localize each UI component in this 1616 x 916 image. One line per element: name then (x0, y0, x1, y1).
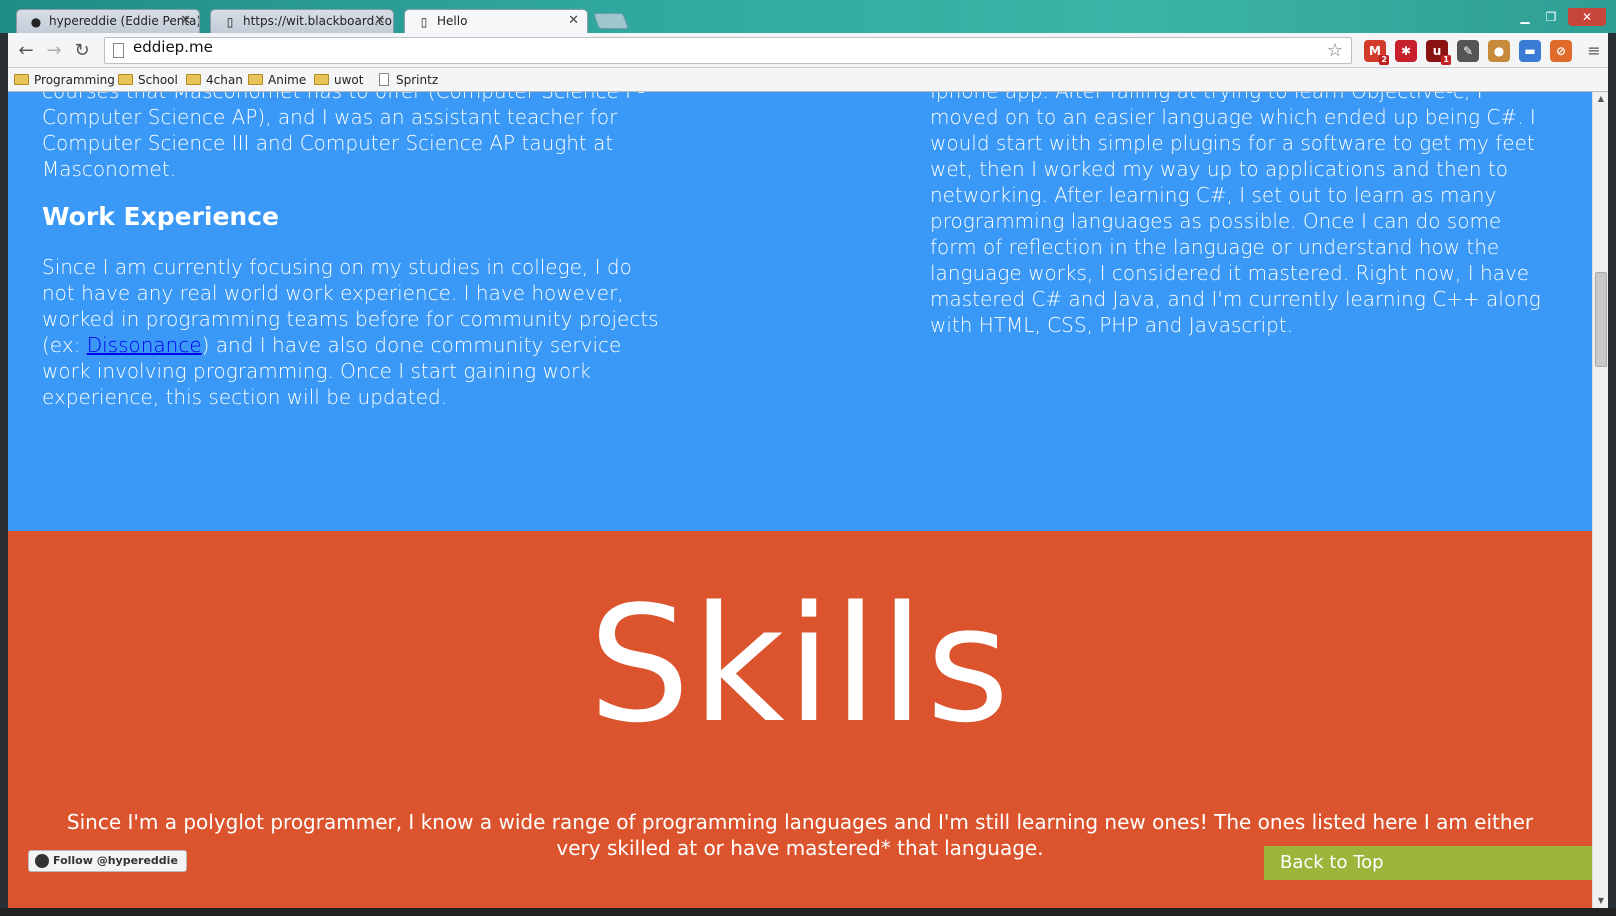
bookmark-label: uwot (334, 73, 364, 87)
eyedropper-icon[interactable]: ✎ (1457, 40, 1479, 62)
github-icon: ● (30, 15, 42, 29)
bookmark-sprintz[interactable]: Sprintz (376, 70, 438, 90)
work-experience-text: Since I am currently focusing on my stud… (42, 254, 662, 410)
back-to-top-button[interactable]: Back to Top (1264, 846, 1592, 880)
chat-icon[interactable]: ▬ (1519, 40, 1541, 62)
bookmark-label: School (138, 73, 178, 87)
page-icon (113, 43, 124, 58)
toolbar: ← → ↻ eddiep.me ☆ M 2 ✱ u 1 ✎ ● ▬ ⊘ ≡ (8, 33, 1608, 68)
tab-hello[interactable]: ▯ Hello ✕ (404, 9, 588, 33)
bookmark-4chan[interactable]: 4chan (186, 70, 243, 90)
scroll-thumb[interactable] (1595, 272, 1607, 367)
tab-title: https://wit.blackboard.co (243, 14, 392, 28)
page-scrollbar[interactable]: ▲ ▼ (1592, 92, 1608, 908)
new-tab-button[interactable] (593, 13, 629, 29)
scroll-down-icon[interactable]: ▼ (1593, 894, 1609, 908)
page-icon: ▯ (420, 15, 428, 29)
scroll-up-icon[interactable]: ▲ (1593, 92, 1609, 106)
tab-title: hypereddie (Eddie Penta) (49, 14, 200, 28)
page-viewport: courses that Masconomet has to offer (Co… (8, 92, 1592, 908)
tab-github[interactable]: ● hypereddie (Eddie Penta) ✕ (16, 9, 200, 33)
folder-icon (314, 74, 329, 85)
work-experience-heading: Work Experience (42, 202, 279, 231)
bookmark-school[interactable]: School (118, 70, 178, 90)
close-tab-icon[interactable]: ✕ (568, 10, 579, 32)
bookmark-label: 4chan (206, 73, 243, 87)
github-follow-button[interactable]: Follow @hypereddie (28, 850, 187, 872)
bookmark-uwot[interactable]: uwot (314, 70, 363, 90)
browser-window: ● hypereddie (Eddie Penta) ✕ ▯ https://w… (0, 0, 1616, 916)
tab-title: Hello (437, 14, 468, 28)
extension-badge: 2 (1379, 55, 1389, 65)
folder-icon (186, 74, 201, 85)
dissonance-link[interactable]: Dissonance (87, 333, 202, 357)
folder-icon (14, 74, 29, 85)
page-icon (379, 73, 389, 86)
folder-icon (118, 74, 133, 85)
restore-icon[interactable]: ❐ (1538, 8, 1564, 26)
block-icon[interactable]: ⊘ (1550, 40, 1572, 62)
close-tab-icon[interactable]: ✕ (180, 10, 191, 32)
forward-icon[interactable]: → (42, 40, 66, 62)
about-section: courses that Masconomet has to offer (Co… (8, 92, 1592, 531)
menu-icon[interactable]: ≡ (1582, 40, 1606, 62)
programming-history-text: Iphone app. After failing at trying to l… (930, 92, 1541, 337)
url-text[interactable]: eddiep.me (133, 38, 213, 65)
ublock-icon[interactable]: u1 (1426, 40, 1451, 65)
bookmark-programming[interactable]: Programming (14, 70, 115, 90)
close-tab-icon[interactable]: ✕ (374, 10, 385, 32)
github-icon (35, 854, 49, 868)
bookmark-label: Anime (268, 73, 307, 87)
reload-icon[interactable]: ↻ (70, 40, 94, 62)
tab-blackboard[interactable]: ▯ https://wit.blackboard.co ✕ (210, 9, 394, 33)
bookmarks-bar: Programming School 4chan Anime uwot Sprintz (8, 68, 1608, 92)
window-frame-bottom (0, 908, 1616, 916)
back-icon[interactable]: ← (14, 40, 38, 62)
extension-badge: 1 (1441, 55, 1451, 65)
education-text: courses that Masconomet has to offer (Co… (42, 92, 645, 181)
bookmark-label: Programming (34, 73, 115, 87)
bookmark-anime[interactable]: Anime (248, 70, 306, 90)
bookmark-label: Sprintz (396, 73, 439, 87)
address-bar[interactable]: eddiep.me ☆ (104, 37, 1352, 64)
gmail-icon[interactable]: M2 (1364, 40, 1389, 65)
follow-label: Follow @hypereddie (53, 854, 178, 867)
close-window-icon[interactable]: ✕ (1568, 8, 1606, 26)
minimize-icon[interactable]: ▁ (1512, 8, 1538, 26)
skills-title: Skills (588, 571, 1012, 758)
cookie-icon[interactable]: ● (1488, 40, 1510, 62)
folder-icon (248, 74, 263, 85)
page-icon: ▯ (226, 15, 234, 29)
star-icon[interactable]: ☆ (1327, 40, 1343, 61)
tab-strip: ● hypereddie (Eddie Penta) ✕ ▯ https://w… (0, 0, 1616, 33)
lastpass-icon[interactable]: ✱ (1395, 40, 1417, 62)
